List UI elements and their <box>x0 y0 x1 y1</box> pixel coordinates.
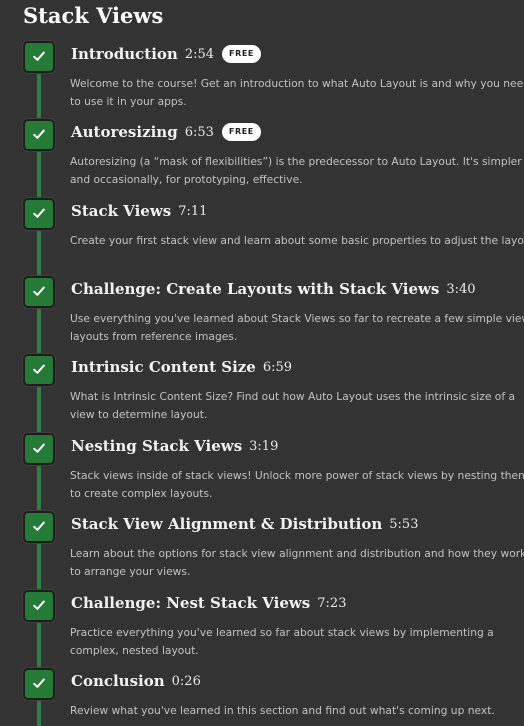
lesson-description: Practice everything you've learned so fa… <box>70 626 494 657</box>
lesson-description: Stack views inside of stack views! Unloc… <box>70 469 524 500</box>
lesson-title-link[interactable]: Introduction <box>71 45 178 63</box>
lesson-duration: 0:26 <box>171 673 201 689</box>
lesson-header: Challenge: Create Layouts with Stack Vie… <box>71 280 476 298</box>
lesson-header: Conclusion 0:26 <box>71 672 201 690</box>
lesson-title-link[interactable]: Stack Views <box>71 202 171 220</box>
lesson-duration: 7:23 <box>317 595 347 611</box>
lesson-title-link[interactable]: Stack View Alignment & Distribution <box>71 515 382 533</box>
lesson-description: Welcome to the course! Get an introducti… <box>70 77 524 108</box>
lesson-duration: 5:53 <box>389 516 419 532</box>
lesson-duration: 7:11 <box>178 203 208 219</box>
completed-check-icon[interactable] <box>23 119 55 151</box>
lesson-duration: 2:54 <box>184 46 215 62</box>
lesson-duration: 3:40 <box>446 281 476 297</box>
lesson-description: Learn about the options for stack view a… <box>70 547 524 578</box>
lesson-title-link[interactable]: Autoresizing <box>71 123 178 141</box>
lesson-description: What is Intrinsic Content Size? Find out… <box>70 390 516 421</box>
completed-check-icon[interactable] <box>23 198 55 230</box>
free-badge: FREE <box>222 45 261 63</box>
lesson-description: Review what you've learned in this secti… <box>70 704 495 717</box>
lesson-header: Intrinsic Content Size 6:59 <box>71 358 292 376</box>
lesson-header: Challenge: Nest Stack Views 7:23 <box>71 594 346 612</box>
completed-check-icon[interactable] <box>23 590 55 622</box>
lesson-item[interactable]: Introduction 2:54 FREE Welcome to the co… <box>0 41 524 119</box>
lesson-header: Stack View Alignment & Distribution 5:53 <box>71 515 418 533</box>
completed-check-icon[interactable] <box>23 511 55 543</box>
lesson-item[interactable]: Conclusion 0:26 Review what you've learn… <box>0 668 524 726</box>
lesson-description: Create your first stack view and learn a… <box>70 234 524 247</box>
completed-check-icon[interactable] <box>23 668 55 700</box>
lesson-header: Autoresizing 6:53 FREE <box>71 123 261 141</box>
lesson-description: Autoresizing (a “mask of flexibilities”)… <box>70 155 522 186</box>
lesson-title-link[interactable]: Nesting Stack Views <box>71 437 242 455</box>
lesson-item[interactable]: Challenge: Create Layouts with Stack Vie… <box>0 276 524 354</box>
lesson-item[interactable]: Stack Views 7:11 Create your first stack… <box>0 198 524 276</box>
course-section: Stack Views Introduction 2:54 FREE Welco… <box>0 0 524 726</box>
lesson-description: Use everything you've learned about Stac… <box>70 312 524 343</box>
lesson-title-link[interactable]: Conclusion <box>71 672 165 690</box>
lesson-item[interactable]: Stack View Alignment & Distribution 5:53… <box>0 511 524 589</box>
completed-check-icon[interactable] <box>23 276 55 308</box>
lesson-item[interactable]: Nesting Stack Views 3:19 Stack views ins… <box>0 433 524 511</box>
lesson-header: Introduction 2:54 FREE <box>71 45 261 63</box>
free-badge: FREE <box>221 123 261 141</box>
lesson-duration: 3:19 <box>249 438 279 454</box>
lesson-item[interactable]: Challenge: Nest Stack Views 7:23 Practic… <box>0 590 524 668</box>
completed-check-icon[interactable] <box>23 354 55 386</box>
completed-check-icon[interactable] <box>23 433 55 465</box>
lesson-item[interactable]: Intrinsic Content Size 6:59 What is Intr… <box>0 354 524 432</box>
lesson-header: Stack Views 7:11 <box>71 202 207 220</box>
completed-check-icon[interactable] <box>23 41 55 73</box>
lesson-header: Nesting Stack Views 3:19 <box>71 437 278 455</box>
lesson-title-link[interactable]: Intrinsic Content Size <box>71 358 256 376</box>
lesson-title-link[interactable]: Challenge: Create Layouts with Stack Vie… <box>71 280 439 298</box>
lesson-title-link[interactable]: Challenge: Nest Stack Views <box>71 594 310 612</box>
section-title: Stack Views <box>23 3 164 28</box>
lesson-duration: 6:53 <box>184 124 214 140</box>
lesson-item[interactable]: Autoresizing 6:53 FREE Autoresizing (a “… <box>0 119 524 197</box>
lesson-duration: 6:59 <box>262 359 293 375</box>
